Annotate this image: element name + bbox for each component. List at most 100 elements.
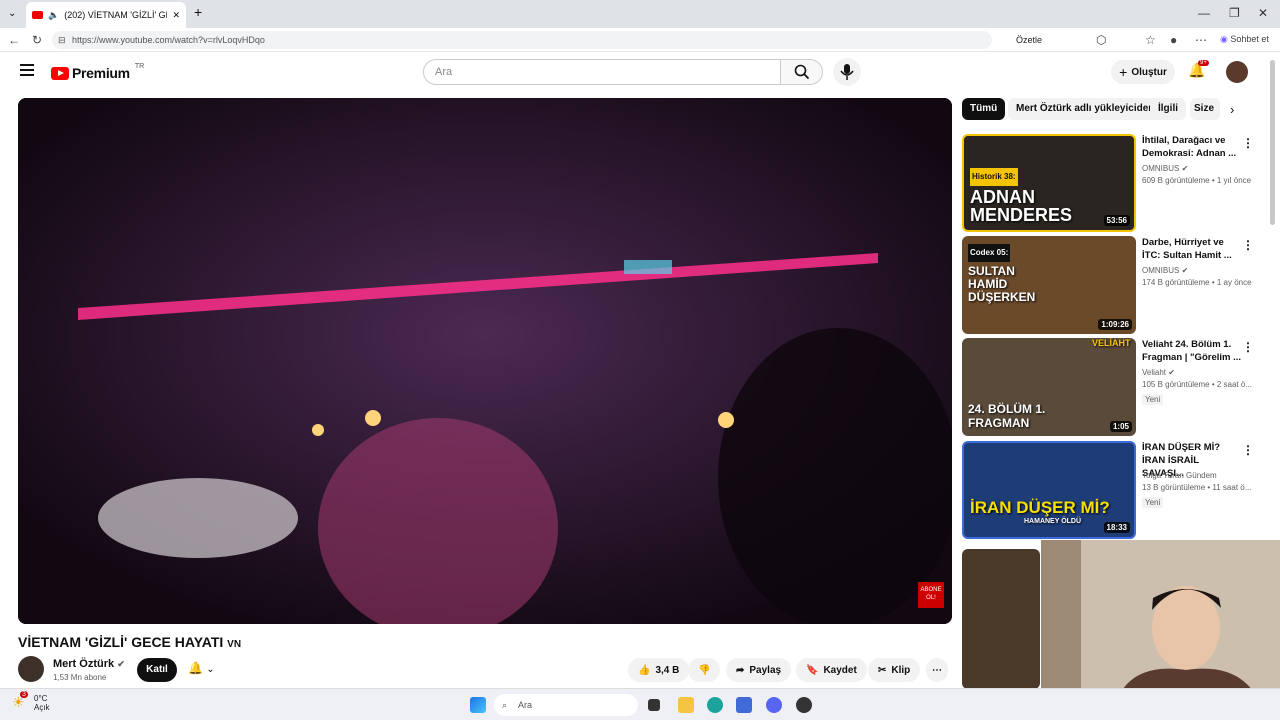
thumbnail-text: ADNAN MENDERES xyxy=(970,187,1073,225)
chevron-down-icon: ⌄ xyxy=(206,664,215,675)
browser-tab[interactable]: 🔈 (202) VİETNAM 'GİZLİ' GECE H ✕ xyxy=(26,2,186,28)
chip-for-you[interactable]: Size xyxy=(1190,98,1220,120)
youtube-header: Premium TR Ara + Oluştur 🔔 9+ xyxy=(0,52,1268,92)
restore-button[interactable]: ❐ xyxy=(1229,6,1240,20)
related-title[interactable]: Veliaht 24. Bölüm 1. Fragman | "Görelim … xyxy=(1142,338,1242,364)
more-actions-button[interactable]: ⋯ xyxy=(926,658,948,682)
weather-widget[interactable]: 3 ☀ 0°C Açık xyxy=(12,691,50,712)
share-button[interactable]: ➦ Paylaş xyxy=(726,658,792,682)
like-button[interactable]: 👍 3,4 B xyxy=(628,658,690,682)
app-icon[interactable] xyxy=(796,697,812,713)
share-icon: ➦ xyxy=(736,664,745,676)
tab-list-icon[interactable]: ⌄ xyxy=(8,8,16,19)
channel-name[interactable]: Mert Öztürk ✔ xyxy=(53,658,125,670)
create-button[interactable]: + Oluştur xyxy=(1111,60,1175,84)
more-vertical-icon[interactable]: ⋮ xyxy=(1242,238,1254,252)
related-title[interactable]: İhtilal, Darağacı ve Demokrasi: Adnan ..… xyxy=(1142,134,1242,160)
youtube-favicon-icon xyxy=(32,11,43,19)
minimize-button[interactable]: — xyxy=(1198,6,1210,20)
profile-icon[interactable]: ● xyxy=(1170,33,1177,47)
extensions-icon[interactable]: ⬡ xyxy=(1096,33,1106,47)
share-label: Paylaş xyxy=(749,664,782,676)
clip-button[interactable]: ✂ Klip xyxy=(868,658,921,682)
store-icon[interactable] xyxy=(736,697,752,713)
youtube-premium-logo[interactable]: Premium TR xyxy=(51,63,144,81)
thumbnail-tag: Codex 05: xyxy=(968,244,1011,262)
join-button[interactable]: Katıl xyxy=(137,658,177,682)
video-thumbnail[interactable] xyxy=(962,549,1040,689)
related-channel-text: Veliaht xyxy=(1142,368,1167,377)
related-channel[interactable]: OMNIBUS ✔ xyxy=(1142,164,1188,173)
search-button[interactable] xyxy=(781,59,823,85)
verified-icon: ✔ xyxy=(1181,164,1189,173)
verified-icon: ✔ xyxy=(1168,368,1175,377)
more-icon[interactable]: ⋯ xyxy=(1195,33,1207,47)
subscribe-overlay-badge[interactable]: ABONE OL! xyxy=(918,582,944,608)
file-explorer-icon[interactable] xyxy=(678,697,694,713)
channel-avatar[interactable] xyxy=(18,656,44,682)
save-button[interactable]: 🔖 Kaydet xyxy=(796,658,867,682)
discord-icon[interactable] xyxy=(766,697,782,713)
video-player[interactable]: ABONE OL! xyxy=(18,98,952,624)
summarize-label[interactable]: Özetle xyxy=(1016,31,1042,49)
more-vertical-icon[interactable]: ⋮ xyxy=(1242,340,1254,354)
related-title[interactable]: Darbe, Hürriyet ve İTC: Sultan Hamit ... xyxy=(1142,236,1242,262)
video-thumbnail[interactable]: Codex 05: SULTAN HAMİD DÜŞERKEN 1:09:26 xyxy=(962,236,1136,334)
chip-all[interactable]: Tümü xyxy=(962,98,1006,120)
video-thumbnail[interactable]: Historik 38: ADNAN MENDERES 53:56 xyxy=(962,134,1136,232)
search-input[interactable]: Ara xyxy=(423,59,781,85)
chips-next-chevron-icon[interactable]: › xyxy=(1230,102,1234,117)
plus-icon: + xyxy=(1119,64,1128,80)
video-frame-image xyxy=(18,98,952,624)
chip-from-uploader[interactable]: Mert Öztürk adlı yükleyiciden xyxy=(1008,98,1163,120)
related-meta: 609 B görüntüleme • 1 yıl önce xyxy=(1142,176,1252,185)
favorites-icon[interactable]: ☆ xyxy=(1145,33,1156,47)
site-info-icon[interactable]: ⊟ xyxy=(58,31,66,49)
related-video[interactable]: VELİAHT 24. BÖLÜM 1. FRAGMAN 1:05 Veliah… xyxy=(962,338,1262,436)
new-tab-button[interactable]: + xyxy=(194,4,202,20)
video-thumbnail[interactable]: İRAN DÜŞER Mİ? HAMANEY ÖLDÜ 18:33 xyxy=(962,441,1136,539)
scissors-icon: ✂ xyxy=(878,664,887,676)
dislike-button[interactable]: 👎 xyxy=(688,658,721,682)
weather-badge: 3 xyxy=(20,691,28,698)
clip-label: Klip xyxy=(891,664,911,676)
notification-badge: 9+ xyxy=(1198,60,1209,66)
subscription-bell-button[interactable]: 🔔 ⌄ xyxy=(188,661,215,675)
related-video[interactable]: Codex 05: SULTAN HAMİD DÜŞERKEN 1:09:26 … xyxy=(962,236,1262,334)
copilot-chat-button[interactable]: ◉ Sohbet et xyxy=(1220,34,1269,45)
speaker-icon[interactable]: 🔈 xyxy=(48,10,59,21)
taskbar-search-input[interactable]: ⌕ Ara xyxy=(494,694,638,716)
url-text: https://www.youtube.com/watch?v=rlvLoqvH… xyxy=(72,35,265,45)
edge-browser-icon[interactable] xyxy=(707,697,723,713)
youtube-play-icon xyxy=(51,66,69,80)
thumbs-down-icon: 👎 xyxy=(698,664,711,676)
address-bar-row: ← ↻ ⊟ https://www.youtube.com/watch?v=rl… xyxy=(0,28,1280,52)
account-avatar[interactable] xyxy=(1226,61,1248,83)
related-channel[interactable]: OMNIBUS ✔ xyxy=(1142,266,1188,275)
channel-action-row: Mert Öztürk ✔ 1,53 Mn abone Katıl 🔔 ⌄ 👍 … xyxy=(18,656,952,684)
notifications-button[interactable]: 🔔 9+ xyxy=(1188,60,1209,82)
create-label: Oluştur xyxy=(1131,66,1167,78)
close-window-button[interactable]: ✕ xyxy=(1258,6,1268,20)
related-channel[interactable]: Veliaht ✔ xyxy=(1142,368,1175,377)
chip-related[interactable]: İlgili xyxy=(1150,98,1186,120)
windows-start-icon[interactable] xyxy=(470,697,486,713)
close-tab-icon[interactable]: ✕ xyxy=(172,10,180,21)
hamburger-menu-icon[interactable] xyxy=(20,64,34,76)
more-vertical-icon[interactable]: ⋮ xyxy=(1242,136,1254,150)
page-scrollbar[interactable] xyxy=(1270,60,1275,225)
more-vertical-icon[interactable]: ⋮ xyxy=(1242,443,1254,457)
related-video[interactable]: Historik 38: ADNAN MENDERES 53:56 İhtila… xyxy=(962,134,1262,232)
save-label: Kaydet xyxy=(823,664,857,676)
bell-icon: 🔔 xyxy=(188,661,203,675)
search-icon: ⌕ xyxy=(502,700,508,710)
reload-icon[interactable]: ↻ xyxy=(32,33,42,47)
voice-search-button[interactable] xyxy=(833,58,861,86)
related-channel[interactable]: Tolga Turan Gündem xyxy=(1142,471,1217,480)
related-video[interactable]: İRAN DÜŞER Mİ? HAMANEY ÖLDÜ 18:33 İRAN D… xyxy=(962,441,1262,539)
like-count: 3,4 B xyxy=(655,664,680,676)
task-view-icon[interactable] xyxy=(648,699,660,711)
url-field[interactable]: ⊟ https://www.youtube.com/watch?v=rlvLoq… xyxy=(52,31,1042,49)
video-thumbnail[interactable]: VELİAHT 24. BÖLÜM 1. FRAGMAN 1:05 xyxy=(962,338,1136,436)
back-icon[interactable]: ← xyxy=(8,33,20,47)
